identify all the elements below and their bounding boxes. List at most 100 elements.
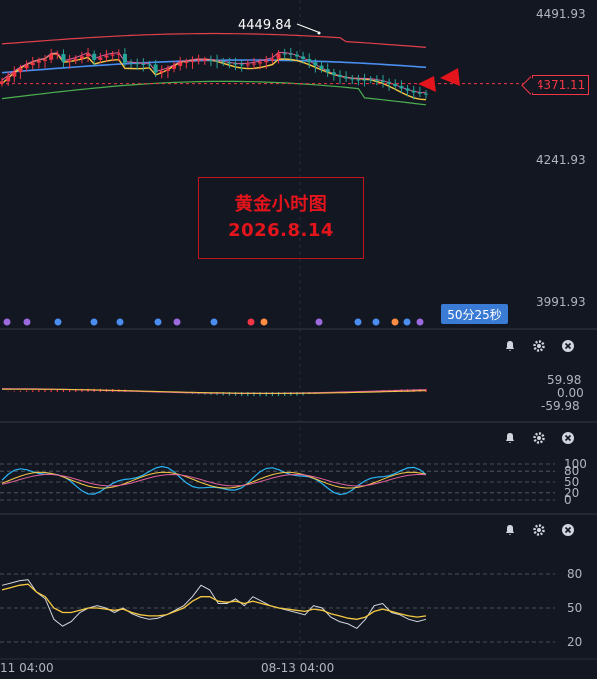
- candle-body: [264, 60, 269, 63]
- candle-body: [301, 56, 306, 60]
- candle-body: [362, 79, 367, 81]
- current-price-tag: 4371.11: [532, 75, 589, 95]
- candle-body: [147, 64, 152, 66]
- candle-body: [202, 60, 207, 62]
- kdj-d-line: [1, 473, 427, 487]
- candle-body: [116, 53, 121, 55]
- candle-body: [344, 76, 349, 79]
- candle-body: [135, 63, 140, 65]
- candle-body: [399, 86, 404, 89]
- candle-body: [208, 60, 213, 62]
- candle-body: [172, 65, 177, 69]
- event-dot: [354, 318, 362, 326]
- candle-body: [245, 64, 250, 66]
- candle-body: [331, 72, 336, 75]
- bollinger-lower-line: [1, 80, 427, 106]
- candle-body: [251, 63, 256, 65]
- macd-alert-bell-icon[interactable]: [502, 338, 518, 354]
- event-dot: [315, 318, 323, 326]
- candle-body: [276, 53, 281, 59]
- candle-body: [325, 69, 330, 73]
- kdj-tick-label: 0: [564, 493, 572, 507]
- kdj-settings-gear-icon[interactable]: [531, 430, 547, 446]
- candle-body: [24, 65, 29, 69]
- rsi-settings-gear-icon[interactable]: [531, 522, 547, 538]
- candle-body: [178, 62, 183, 66]
- kdj-close-icon[interactable]: [560, 430, 576, 446]
- price-tick-label: 3991.93: [536, 295, 586, 309]
- candle-body: [104, 55, 109, 58]
- macd-close-icon[interactable]: [560, 338, 576, 354]
- candle-body: [239, 64, 244, 66]
- annotation-title: 黄金小时图: [234, 194, 328, 215]
- candle-body: [368, 79, 373, 81]
- candle-body: [190, 60, 195, 63]
- candle-body: [411, 90, 416, 93]
- rsi-close-icon[interactable]: [560, 522, 576, 538]
- candle-body: [424, 93, 428, 95]
- event-dot: [247, 318, 255, 326]
- candle-body: [393, 83, 398, 87]
- candle-body: [350, 78, 355, 80]
- candle-body: [307, 59, 312, 63]
- rsi-tick-label: 50: [567, 601, 582, 615]
- annotation-box: 黄金小时图 2026.8.14: [198, 177, 364, 259]
- candle-body: [319, 65, 324, 70]
- x-tick-label: 11 04:00: [0, 661, 54, 675]
- event-dot: [260, 318, 268, 326]
- candle-body: [417, 92, 422, 94]
- price-tick-label: 4491.93: [536, 7, 586, 21]
- event-dot: [116, 318, 124, 326]
- high-marker-dot: [317, 31, 321, 35]
- candle-body: [380, 80, 385, 82]
- event-dot: [90, 318, 98, 326]
- kdj-alert-bell-icon[interactable]: [502, 430, 518, 446]
- candle-body: [233, 63, 238, 65]
- event-dot: [416, 318, 424, 326]
- candle-body: [374, 79, 379, 81]
- macd-tick-label: 0.00: [557, 386, 584, 400]
- event-dot: [210, 318, 218, 326]
- kdj-j-line: [1, 465, 427, 496]
- bollinger-upper-line: [1, 32, 427, 48]
- event-dot: [391, 318, 399, 326]
- candle-body: [141, 63, 146, 65]
- candle-body: [98, 57, 103, 60]
- rsi-alert-bell-icon[interactable]: [502, 522, 518, 538]
- candle-body: [67, 60, 72, 62]
- candle-body: [294, 54, 299, 57]
- event-dot: [403, 318, 411, 326]
- candle-body: [30, 62, 35, 66]
- candle-body: [258, 62, 263, 64]
- candle-body: [86, 53, 91, 57]
- high-price-label: 4449.84: [238, 18, 292, 33]
- macd-tick-label: -59.98: [541, 399, 580, 413]
- candle-body: [221, 61, 226, 63]
- event-dot: [3, 318, 11, 326]
- candle-body: [92, 53, 97, 60]
- macd-tick-label: 59.98: [547, 373, 581, 387]
- macd-settings-gear-icon[interactable]: [531, 338, 547, 354]
- candle-body: [288, 53, 293, 55]
- price-tick-label: 4241.93: [536, 153, 586, 167]
- candle-body: [215, 60, 220, 62]
- rsi-tick-label: 20: [567, 635, 582, 649]
- event-dot: [23, 318, 31, 326]
- x-tick-label: 08-13 04:00: [261, 661, 334, 675]
- candle-body: [405, 88, 410, 91]
- candle-body: [159, 71, 164, 73]
- candle-body: [313, 62, 318, 66]
- annotation-date: 2026.8.14: [228, 220, 334, 241]
- candle-body: [73, 58, 78, 61]
- candle-body: [0, 81, 4, 84]
- candle-body: [61, 54, 66, 62]
- candle-body: [282, 53, 287, 55]
- candle-body: [110, 54, 115, 56]
- candle-body: [79, 56, 84, 59]
- event-dot: [54, 318, 62, 326]
- candle-body: [55, 54, 60, 56]
- ma-pink-line: [1, 51, 427, 94]
- candle-body: [227, 62, 232, 64]
- rsi-slow-line: [1, 583, 427, 620]
- event-dot: [372, 318, 380, 326]
